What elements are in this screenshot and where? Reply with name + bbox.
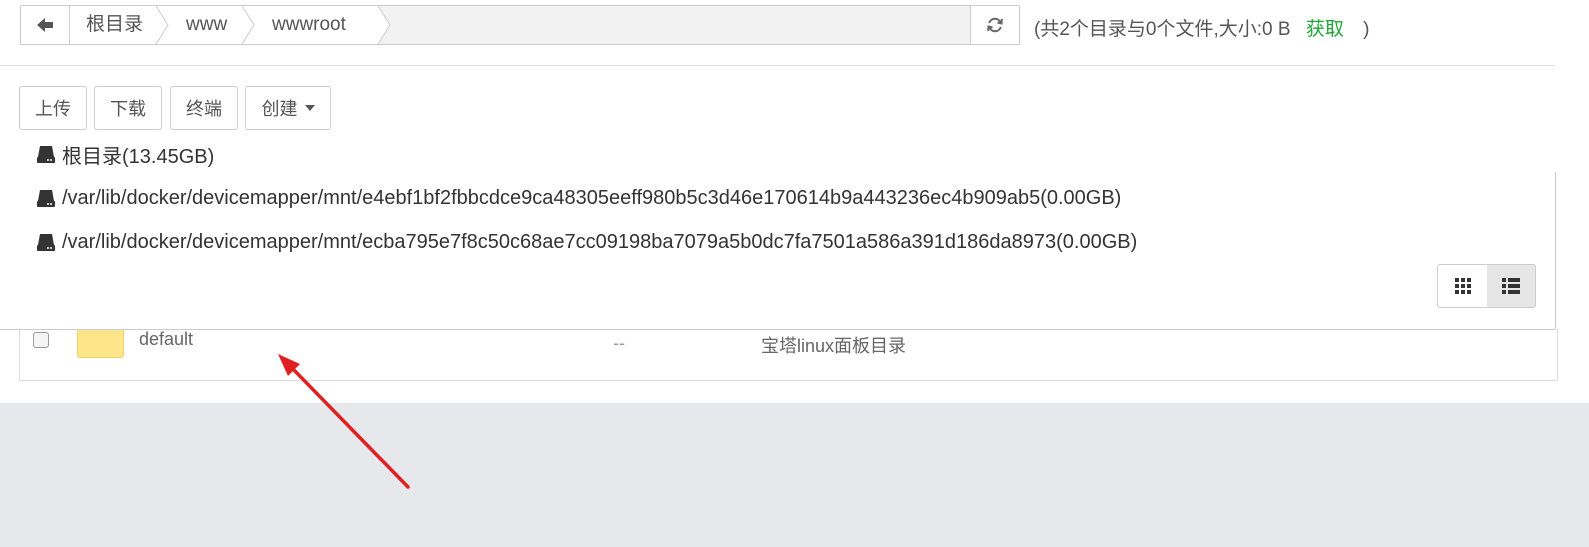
file-manager-panel: wwwroot www 根目录 (共2个目录与0个文件,大小:0 B 获取) … bbox=[0, 0, 1589, 403]
path-bar: wwwroot www 根目录 bbox=[20, 5, 1020, 45]
arrow-left-icon bbox=[37, 18, 53, 32]
view-toggle bbox=[1437, 264, 1536, 308]
disk-item-root[interactable]: 根目录(13.45GB) bbox=[36, 141, 215, 168]
disk-label: /var/lib/docker/devicemapper/mnt/e4ebf1b… bbox=[62, 186, 1122, 209]
list-view-icon bbox=[1502, 278, 1520, 294]
divider bbox=[0, 65, 1555, 66]
breadcrumb-item-wwwroot[interactable]: wwwroot bbox=[242, 6, 378, 44]
summary-close: ) bbox=[1363, 19, 1370, 40]
chevron-down-icon bbox=[304, 105, 315, 111]
breadcrumb-item-root[interactable]: 根目录 bbox=[70, 6, 156, 44]
directory-summary: (共2个目录与0个文件,大小:0 B 获取 ) bbox=[1034, 14, 1369, 41]
file-note: 宝塔linux面板目录 bbox=[761, 336, 907, 356]
breadcrumb-separator bbox=[378, 6, 391, 44]
breadcrumb-separator bbox=[242, 6, 255, 44]
hdd-icon bbox=[37, 190, 55, 207]
create-label: 创建 bbox=[261, 99, 298, 119]
disk-label: /var/lib/docker/devicemapper/mnt/ecba795… bbox=[62, 230, 1138, 253]
list-view-button[interactable] bbox=[1487, 265, 1535, 307]
dropdown-edge bbox=[1555, 172, 1556, 330]
breadcrumb: wwwroot www 根目录 bbox=[70, 6, 972, 44]
grid-view-icon bbox=[1454, 278, 1471, 294]
disk-label: 根目录(13.45GB) bbox=[62, 145, 215, 168]
back-button[interactable] bbox=[21, 6, 70, 44]
disk-item-mnt-1[interactable]: /var/lib/docker/devicemapper/mnt/e4ebf1b… bbox=[36, 185, 1121, 211]
refresh-icon bbox=[987, 17, 1003, 33]
create-dropdown-button[interactable]: 创建 bbox=[245, 86, 331, 130]
table-top-border bbox=[0, 329, 1555, 330]
disk-item-mnt-2[interactable]: /var/lib/docker/devicemapper/mnt/ecba795… bbox=[36, 229, 1137, 255]
hdd-icon bbox=[37, 234, 55, 251]
download-button[interactable]: 下载 bbox=[94, 86, 162, 130]
row-checkbox[interactable] bbox=[33, 332, 49, 348]
folder-icon[interactable] bbox=[77, 330, 124, 358]
fetch-size-link[interactable]: 获取 bbox=[1306, 19, 1344, 40]
terminal-button[interactable]: 终端 bbox=[170, 86, 238, 130]
summary-text: (共2个目录与0个文件,大小:0 B bbox=[1034, 19, 1291, 40]
grid-view-button[interactable] bbox=[1438, 265, 1488, 307]
refresh-button[interactable] bbox=[970, 6, 1019, 44]
file-name[interactable]: default bbox=[139, 329, 193, 350]
upload-button[interactable]: 上传 bbox=[19, 86, 87, 130]
file-size: -- bbox=[613, 333, 625, 353]
breadcrumb-separator bbox=[156, 6, 169, 44]
hdd-icon bbox=[37, 146, 55, 163]
